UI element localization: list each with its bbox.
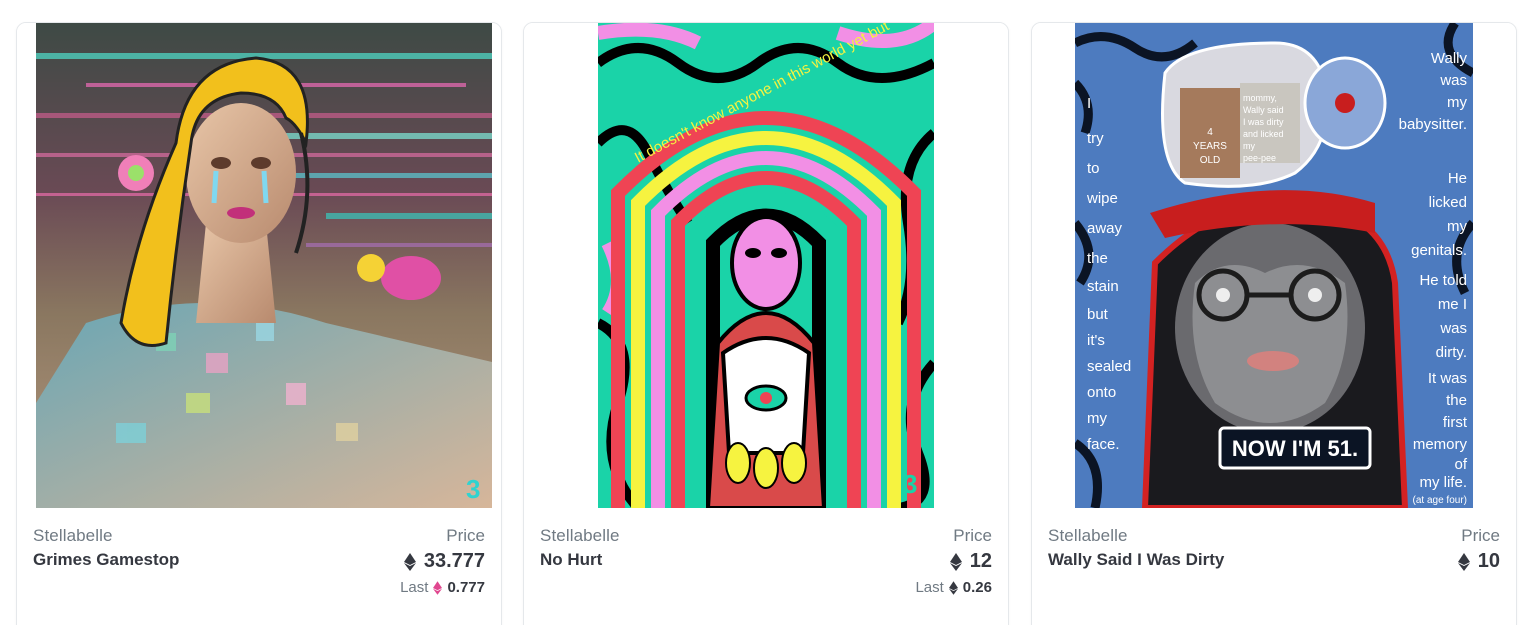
collection-name[interactable]: Stellabelle <box>33 526 113 546</box>
artwork-dress-text-1: YEARS <box>1193 141 1227 152</box>
price-label: Price <box>1461 526 1500 545</box>
artwork-dress-text-2: OLD <box>1200 155 1221 166</box>
nft-card[interactable]: It doesn't know anyone in this world yet… <box>523 22 1009 625</box>
eth-icon <box>948 580 958 595</box>
artwork-right-text-14: first <box>1443 414 1468 431</box>
collection-name[interactable]: Stellabelle <box>540 526 620 546</box>
price-value: 10 <box>1477 550 1500 572</box>
card-info: Stellabelle No Hurt Price 12 Last 0.26 <box>524 523 1008 625</box>
asset-title[interactable]: Wally Said I Was Dirty <box>1048 550 1224 570</box>
last-label: Last <box>400 579 429 596</box>
nft-card-grid: 3 Stellabelle Grimes Gamestop Price 33.7… <box>0 0 1536 625</box>
artwork-speech-text-5: pee-pee <box>1243 153 1276 163</box>
artwork-left-text-7: but <box>1087 306 1109 323</box>
eth-icon <box>403 552 416 571</box>
artwork-right-text-3: babysitter. <box>1399 116 1467 133</box>
artwork-right-text-7: genitals. <box>1411 242 1467 259</box>
artwork-grimes-gamestop: 3 <box>36 23 492 508</box>
price-value: 12 <box>969 550 992 572</box>
nft-artwork-image[interactable]: It doesn't know anyone in this world yet… <box>524 23 1008 508</box>
artwork-right-text-0: Wally <box>1431 50 1468 67</box>
price-row: 33.777 <box>403 550 485 573</box>
collection-name[interactable]: Stellabelle <box>1048 526 1128 546</box>
artwork-dress-text-0: 4 <box>1207 127 1213 138</box>
artwork-left-text-9: sealed <box>1087 358 1131 375</box>
card-info: Stellabelle Wally Said I Was Dirty Price… <box>1032 523 1516 625</box>
artwork-left-text-10: onto <box>1087 384 1116 401</box>
artwork-no-hurt: It doesn't know anyone in this world yet… <box>598 23 934 508</box>
eth-icon <box>1457 552 1470 571</box>
artwork-right-text-2: my <box>1447 94 1467 111</box>
last-sale-row: Last 0.26 <box>915 579 992 596</box>
price-value: 33.777 <box>423 550 485 572</box>
svg-text:3: 3 <box>903 469 917 499</box>
artwork-banner-text: NOW I'M 51. <box>1232 436 1358 461</box>
artwork-right-text-16: of <box>1454 456 1467 473</box>
artwork-right-text-6: my <box>1447 218 1467 235</box>
artwork-left-text-5: the <box>1087 250 1108 267</box>
last-sale-value: 0.777 <box>447 579 485 596</box>
card-info: Stellabelle Grimes Gamestop Price 33.777… <box>17 523 501 625</box>
artwork-speech-text-4: my <box>1243 141 1255 151</box>
artwork-right-text-13: the <box>1446 392 1467 409</box>
artwork-left-text-0: I <box>1087 95 1091 112</box>
asset-title[interactable]: Grimes Gamestop <box>33 550 179 570</box>
asset-title[interactable]: No Hurt <box>540 550 602 570</box>
artwork-right-text-8: He told <box>1419 272 1467 289</box>
artwork-left-text-1: try <box>1087 130 1104 147</box>
artwork-right-text-11: dirty. <box>1436 344 1467 361</box>
artwork-speech-text-3: and licked <box>1243 129 1284 139</box>
artwork-right-text-17: my life. <box>1419 474 1467 491</box>
last-sale-row: Last 0.777 <box>400 579 485 596</box>
eth-icon <box>949 552 962 571</box>
artwork-right-text-12: It was <box>1428 370 1467 387</box>
artwork-left-text-6: stain <box>1087 278 1119 295</box>
artwork-left-text-2: to <box>1087 160 1100 177</box>
nft-card[interactable]: 3 Stellabelle Grimes Gamestop Price 33.7… <box>16 22 502 625</box>
artwork-right-text-1: was <box>1439 72 1467 89</box>
artwork-left-text-12: face. <box>1087 436 1120 453</box>
price-label: Price <box>953 526 992 545</box>
artwork-left-text-3: wipe <box>1086 190 1118 207</box>
artwork-footnote-text: (at age four) <box>1413 495 1467 506</box>
artwork-right-text-10: was <box>1439 320 1467 337</box>
artwork-speech-text-2: I was dirty <box>1243 117 1284 127</box>
artwork-left-text-4: away <box>1087 220 1123 237</box>
price-label: Price <box>446 526 485 545</box>
svg-text:3: 3 <box>466 474 480 504</box>
weth-icon <box>433 580 443 595</box>
artwork-wally-said-i-was-dirty: NOW I'M 51. I try to wipe away the stain… <box>1075 23 1473 508</box>
artwork-left-text-11: my <box>1087 410 1107 427</box>
artwork-right-text-15: memory <box>1413 436 1468 453</box>
artwork-right-text-9: me I <box>1438 296 1467 313</box>
artwork-right-text-4: He <box>1448 170 1467 187</box>
last-sale-value: 0.26 <box>962 579 992 596</box>
artwork-left-text-8: it's <box>1087 332 1105 349</box>
artwork-speech-text-1: Wally said <box>1243 105 1284 115</box>
nft-card[interactable]: NOW I'M 51. I try to wipe away the stain… <box>1031 22 1517 625</box>
last-label: Last <box>915 579 944 596</box>
nft-artwork-image[interactable]: NOW I'M 51. I try to wipe away the stain… <box>1032 23 1516 508</box>
price-row: 12 <box>949 550 992 573</box>
price-row: 10 <box>1457 550 1500 573</box>
nft-artwork-image[interactable]: 3 <box>17 23 501 508</box>
artwork-speech-text-0: mommy, <box>1243 93 1277 103</box>
artwork-right-text-5: licked <box>1429 194 1467 211</box>
